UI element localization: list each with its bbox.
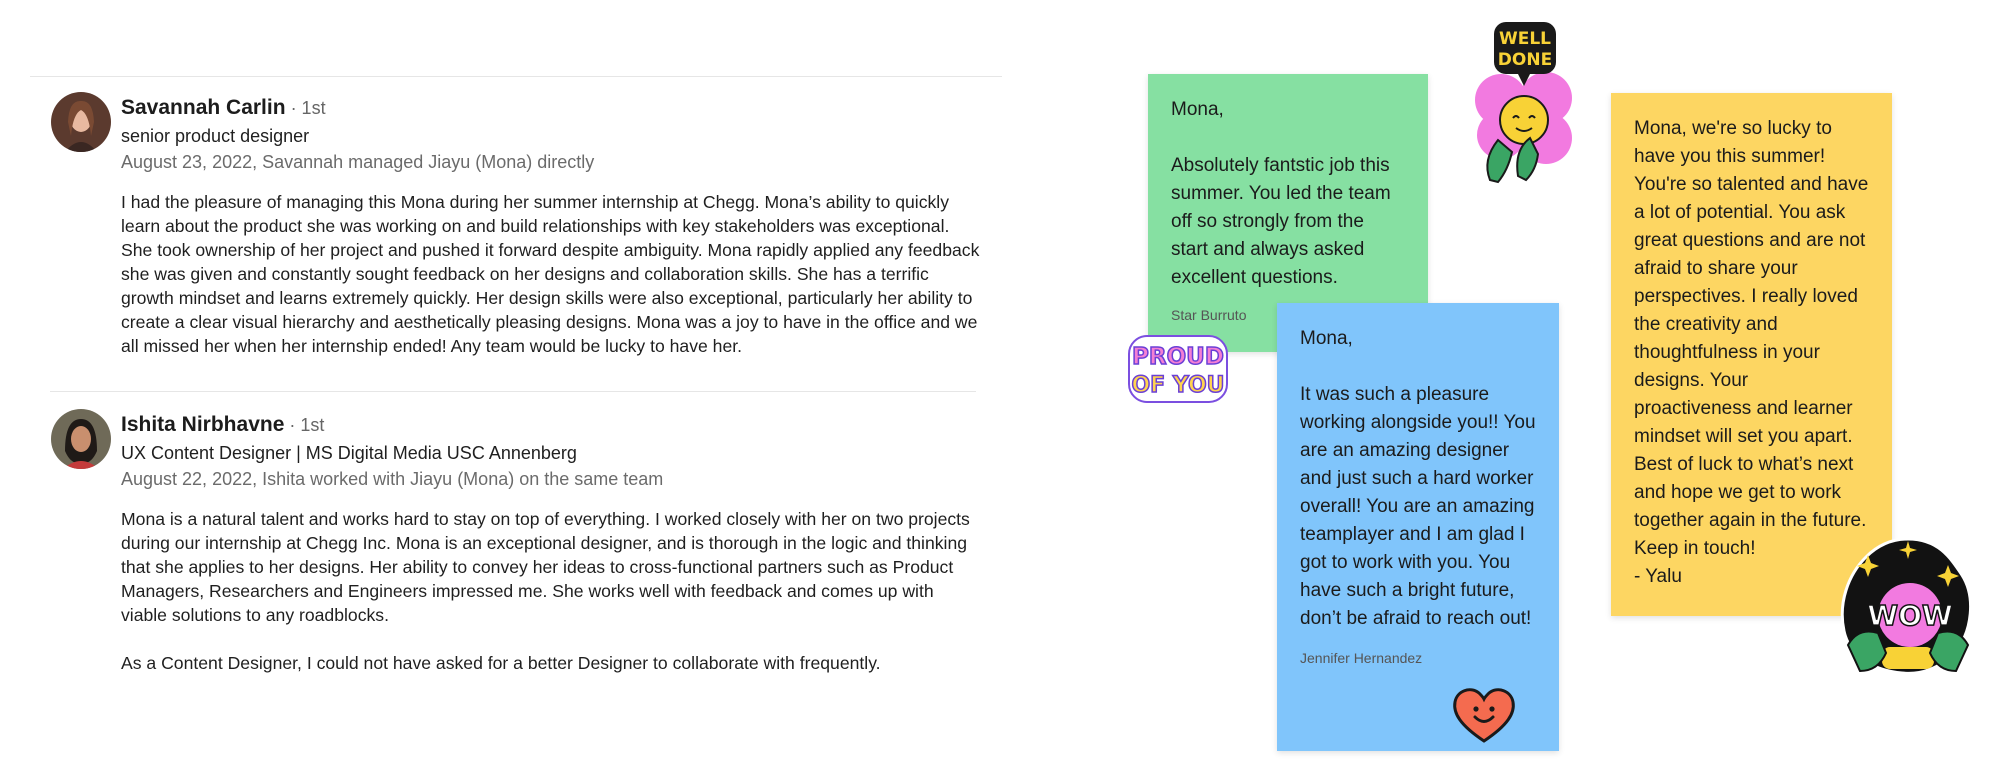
note-text: Absolutely fantstic job this summer. You… <box>1171 155 1391 288</box>
recommendation-savannah: Savannah Carlin · 1st senior product des… <box>121 94 981 358</box>
recommender-headline: senior product designer <box>121 126 310 146</box>
note-signature: Jennifer Hernandez <box>1300 650 1423 666</box>
recommendation-paragraph: Mona is a natural talent and works hard … <box>121 509 970 625</box>
sticky-note-blue: Mona, It was such a pleasure working alo… <box>1277 303 1559 751</box>
note-text: It was such a pleasure working alongside… <box>1300 384 1536 629</box>
connection-degree: · 1st <box>284 415 325 435</box>
recommendation-paragraph: I had the pleasure of managing this Mona… <box>121 192 980 356</box>
avatar-savannah[interactable] <box>51 92 111 152</box>
recommendation-ishita: Ishita Nirbhavne · 1st UX Content Design… <box>121 411 981 675</box>
note-text: Mona, we're so lucky to have you this su… <box>1634 118 1869 559</box>
recommender-name[interactable]: Ishita Nirbhavne <box>121 413 284 436</box>
sticker-text: PROUD <box>1132 344 1224 370</box>
avatar-ishita[interactable] <box>51 409 111 469</box>
wow-sticker: WOW <box>1838 535 1978 685</box>
sticker-text: DONE <box>1498 50 1552 70</box>
top-divider <box>30 76 1002 77</box>
well-done-sticker: WELL DONE <box>1468 20 1578 190</box>
recommendation-paragraph: As a Content Designer, I could not have … <box>121 653 881 673</box>
recommender-headline: UX Content Designer | MS Digital Media U… <box>121 443 577 463</box>
recommendation-date: August 23, 2022, Savannah managed Jiayu … <box>121 152 595 172</box>
recommendation-divider <box>50 391 976 392</box>
recommendation-date: August 22, 2022, Ishita worked with Jiay… <box>121 469 664 489</box>
sticker-text: WOW <box>1867 599 1953 632</box>
recommendation-text: Mona is a natural talent and works hard … <box>121 507 981 675</box>
heart-icon <box>1450 685 1518 745</box>
connection-degree: · 1st <box>285 98 326 118</box>
sticker-text: OF YOU <box>1131 373 1224 398</box>
note-signature: - Yalu <box>1634 566 1682 587</box>
proud-of-you-sticker: PROUD OF YOU <box>1127 334 1229 404</box>
sticker-text: WELL <box>1499 29 1551 49</box>
recommender-name[interactable]: Savannah Carlin <box>121 96 286 119</box>
note-greeting: Mona, <box>1300 328 1353 349</box>
note-greeting: Mona, <box>1171 99 1224 120</box>
recommendation-text: I had the pleasure of managing this Mona… <box>121 190 981 358</box>
